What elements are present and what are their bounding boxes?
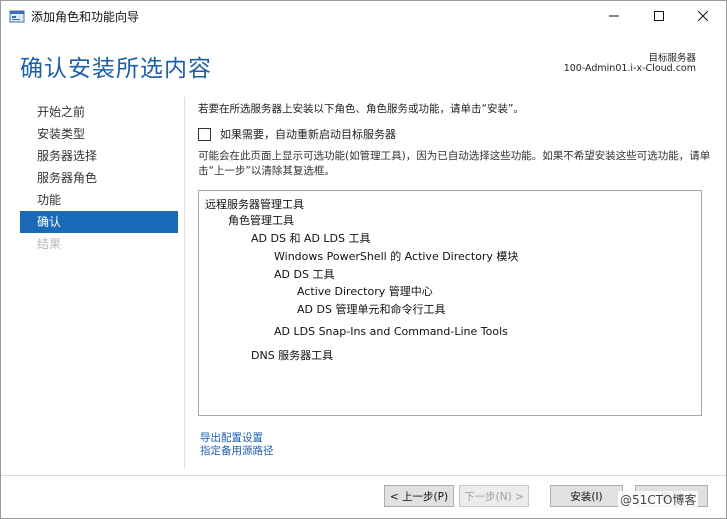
- next-button[interactable]: 下一步(N) >: [459, 485, 529, 507]
- minimize-icon: [609, 11, 619, 21]
- close-icon: [698, 11, 708, 21]
- instruction-text: 若要在所选服务器上安装以下角色、角色服务或功能，请单击“安装”。: [198, 103, 524, 115]
- optional-features-note: 可能会在此页面上显示可选功能(如管理工具)，因为已自动选择这些功能。如果不希望安…: [198, 150, 711, 177]
- nav-item-server-roles[interactable]: 服务器角色: [20, 167, 178, 189]
- list-item: Windows PowerShell 的 Active Directory 模块: [274, 250, 519, 263]
- previous-button[interactable]: < 上一步(P): [384, 485, 454, 507]
- list-item: AD DS 和 AD LDS 工具: [251, 232, 371, 245]
- wizard-window: 添加角色和功能向导 确认安装所选内容 目标服务器 100-Admin01.i-x…: [0, 0, 727, 519]
- nav-item-confirmation[interactable]: 确认: [20, 211, 178, 233]
- footer-divider: [1, 475, 726, 476]
- list-item: AD LDS Snap-Ins and Command-Line Tools: [274, 325, 508, 338]
- restart-option[interactable]: 如果需要，自动重新启动目标服务器: [198, 126, 396, 142]
- nav-item-installation-type[interactable]: 安装类型: [20, 123, 178, 145]
- server-manager-icon: [9, 8, 25, 24]
- restart-checkbox[interactable]: [198, 127, 211, 141]
- features-list[interactable]: 远程服务器管理工具 角色管理工具 AD DS 和 AD LDS 工具 Windo…: [198, 190, 702, 416]
- list-item: AD DS 管理单元和命令行工具: [297, 303, 446, 316]
- list-item: AD DS 工具: [274, 268, 335, 281]
- close-button[interactable]: [681, 1, 725, 31]
- window-title: 添加角色和功能向导: [31, 10, 140, 24]
- list-item: DNS 服务器工具: [251, 349, 334, 362]
- page-title: 确认安装所选内容: [20, 56, 212, 82]
- restart-checkbox-label[interactable]: 如果需要，自动重新启动目标服务器: [220, 126, 396, 142]
- nav-item-server-selection[interactable]: 服务器选择: [20, 145, 178, 167]
- destination-server-label: 目标服务器: [648, 53, 696, 64]
- nav-divider: [184, 97, 185, 469]
- nav-item-features[interactable]: 功能: [20, 189, 178, 211]
- minimize-button[interactable]: [592, 1, 636, 31]
- list-item: 角色管理工具: [228, 214, 294, 227]
- nav-item-results: 结果: [37, 237, 62, 251]
- alternate-source-link[interactable]: 指定备用源路径: [200, 443, 274, 458]
- maximize-button[interactable]: [637, 1, 681, 31]
- destination-server-name: 100-Admin01.i-x-Cloud.com: [563, 63, 696, 74]
- nav-item-before-you-begin[interactable]: 开始之前: [20, 101, 178, 123]
- install-button[interactable]: 安装(I): [550, 485, 623, 507]
- title-bar[interactable]: 添加角色和功能向导: [1, 1, 726, 31]
- maximize-icon: [654, 11, 664, 21]
- wizard-nav: 开始之前 安装类型 服务器选择 服务器角色 功能 确认 结果: [20, 101, 178, 255]
- watermark: @51CTO博客: [618, 491, 699, 508]
- list-item: 远程服务器管理工具: [205, 198, 304, 211]
- list-item: Active Directory 管理中心: [297, 285, 433, 298]
